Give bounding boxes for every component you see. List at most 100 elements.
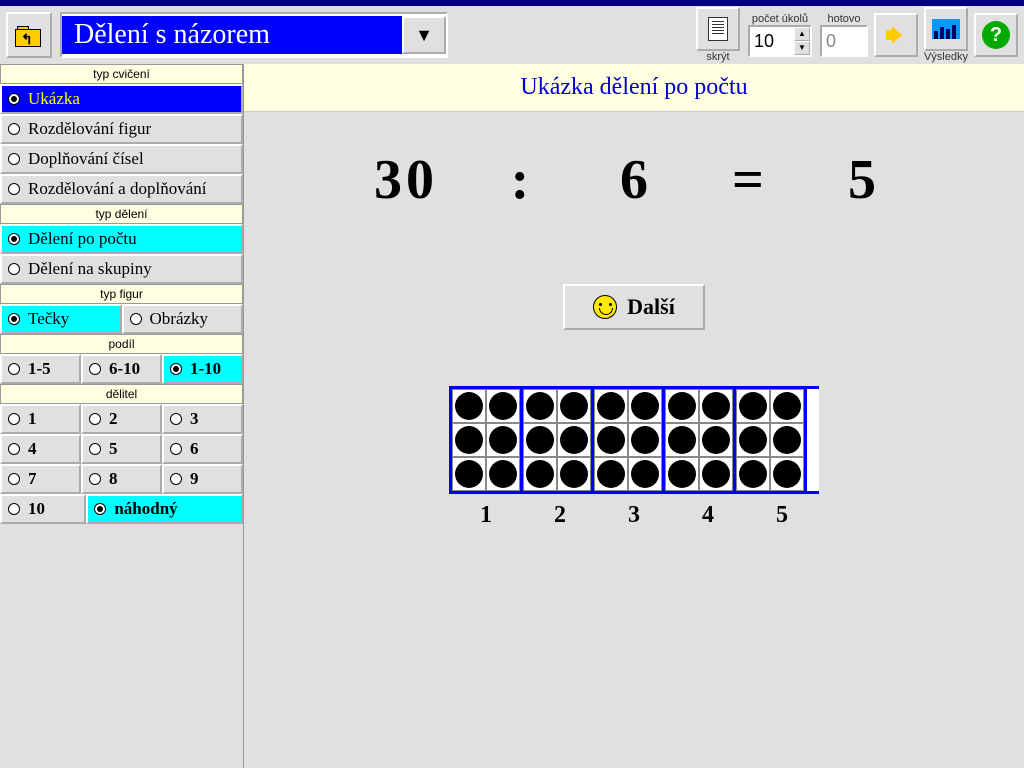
dot-icon — [702, 392, 730, 420]
dot-icon — [526, 460, 554, 488]
radio-label: 1-5 — [28, 359, 51, 379]
radio-6-10[interactable]: 6-10 — [81, 354, 162, 384]
dot-cell — [628, 389, 662, 423]
dot-icon — [526, 392, 554, 420]
radio-dot-icon — [8, 473, 20, 485]
hide-button[interactable] — [696, 7, 740, 51]
bar-chart-icon — [932, 19, 960, 39]
radio-5[interactable]: 5 — [81, 434, 162, 464]
radio-dot-icon — [170, 443, 182, 455]
sound-button[interactable] — [874, 13, 918, 57]
dot-cell — [699, 423, 733, 457]
radio-d-len-po-po-tu[interactable]: Dělení po počtu — [0, 224, 243, 254]
radio-dot-icon — [89, 363, 101, 375]
dot-icon — [739, 392, 767, 420]
radio-dot-icon — [8, 123, 20, 135]
radio-dot-icon — [170, 363, 182, 375]
radio-uk-zka[interactable]: Ukázka — [0, 84, 243, 114]
dot-cell — [699, 457, 733, 491]
group-label: 3 — [597, 502, 671, 529]
next-button[interactable]: Další — [563, 284, 705, 330]
radio-dot-icon — [130, 313, 142, 325]
radio-label: 6 — [190, 439, 199, 459]
tasks-spinner[interactable]: ▲ ▼ — [748, 25, 812, 57]
speaker-icon — [884, 23, 908, 47]
dot-cell — [452, 457, 486, 491]
quotient: 5 — [834, 148, 894, 212]
radio-n-hodn-[interactable]: náhodný — [86, 494, 243, 524]
radio-label: Doplňování čísel — [28, 149, 144, 169]
dot-icon — [631, 392, 659, 420]
dot-cell — [557, 423, 591, 457]
radio-dot-icon — [8, 443, 20, 455]
radio-3[interactable]: 3 — [162, 404, 243, 434]
radio-1[interactable]: 1 — [0, 404, 81, 434]
radio-te-ky[interactable]: Tečky — [0, 304, 122, 334]
dot-icon — [631, 426, 659, 454]
dot-cell — [770, 423, 804, 457]
dot-icon — [597, 392, 625, 420]
radio-obr-zky[interactable]: Obrázky — [122, 304, 244, 334]
radio-label: Dělení po počtu — [28, 229, 137, 249]
main-area: Ukázka dělení po počtu 30 : 6 = 5 Další … — [244, 64, 1024, 768]
radio-1-5[interactable]: 1-5 — [0, 354, 81, 384]
dot-cell — [594, 423, 628, 457]
group-label: 1 — [449, 502, 523, 529]
radio-1-10[interactable]: 1-10 — [162, 354, 243, 384]
tasks-up[interactable]: ▲ — [794, 27, 810, 41]
dot-icon — [739, 460, 767, 488]
dot-icon — [489, 392, 517, 420]
radio-label: 2 — [109, 409, 118, 429]
chevron-down-icon[interactable]: ▼ — [402, 16, 446, 54]
radio-label: 1 — [28, 409, 37, 429]
radio-4[interactable]: 4 — [0, 434, 81, 464]
radio-7[interactable]: 7 — [0, 464, 81, 494]
dot-cell — [486, 457, 520, 491]
tasks-input[interactable] — [750, 29, 794, 54]
radio-9[interactable]: 9 — [162, 464, 243, 494]
dot-icon — [560, 392, 588, 420]
help-button[interactable]: ? — [974, 13, 1018, 57]
radio-10[interactable]: 10 — [0, 494, 86, 524]
radio-8[interactable]: 8 — [81, 464, 162, 494]
radio-dot-icon — [8, 153, 20, 165]
tasks-down[interactable]: ▼ — [794, 41, 810, 55]
radio-dot-icon — [8, 183, 20, 195]
radio-label: 8 — [109, 469, 118, 489]
dot-icon — [455, 392, 483, 420]
dot-icon — [668, 426, 696, 454]
dot-cell — [486, 389, 520, 423]
dot-cell — [665, 457, 699, 491]
document-icon — [708, 17, 728, 41]
radio-label: 7 — [28, 469, 37, 489]
radio-rozd-lov-n-a-dopl-ov-n-[interactable]: Rozdělování a doplňování — [0, 174, 243, 204]
dot-group — [520, 389, 591, 491]
dots-area: 12345 — [449, 386, 819, 529]
tasks-label: počet úkolů — [752, 13, 808, 25]
dot-cell — [557, 389, 591, 423]
dot-icon — [631, 460, 659, 488]
radio-label: 6-10 — [109, 359, 140, 379]
radio-dopl-ov-n-sel[interactable]: Doplňování čísel — [0, 144, 243, 174]
results-button[interactable] — [924, 7, 968, 51]
back-button[interactable]: ↰ — [6, 12, 52, 58]
radio-label: 9 — [190, 469, 199, 489]
title-dropdown[interactable]: Dělení s názorem ▼ — [60, 12, 448, 58]
dot-cell — [557, 457, 591, 491]
dot-cell — [665, 423, 699, 457]
dot-cell — [486, 423, 520, 457]
radio-dot-icon — [170, 473, 182, 485]
radio-6[interactable]: 6 — [162, 434, 243, 464]
group-header: typ dělení — [0, 204, 243, 224]
group-label: 5 — [745, 502, 819, 529]
dot-cell — [594, 457, 628, 491]
radio-2[interactable]: 2 — [81, 404, 162, 434]
radio-rozd-lov-n-figur[interactable]: Rozdělování figur — [0, 114, 243, 144]
dot-group — [733, 389, 807, 491]
radio-dot-icon — [8, 413, 20, 425]
smiley-icon — [593, 295, 617, 319]
group-header: podíl — [0, 334, 243, 354]
radio-d-len-na-skupiny[interactable]: Dělení na skupiny — [0, 254, 243, 284]
radio-dot-icon — [170, 413, 182, 425]
results-label: Výsledky — [924, 51, 968, 63]
